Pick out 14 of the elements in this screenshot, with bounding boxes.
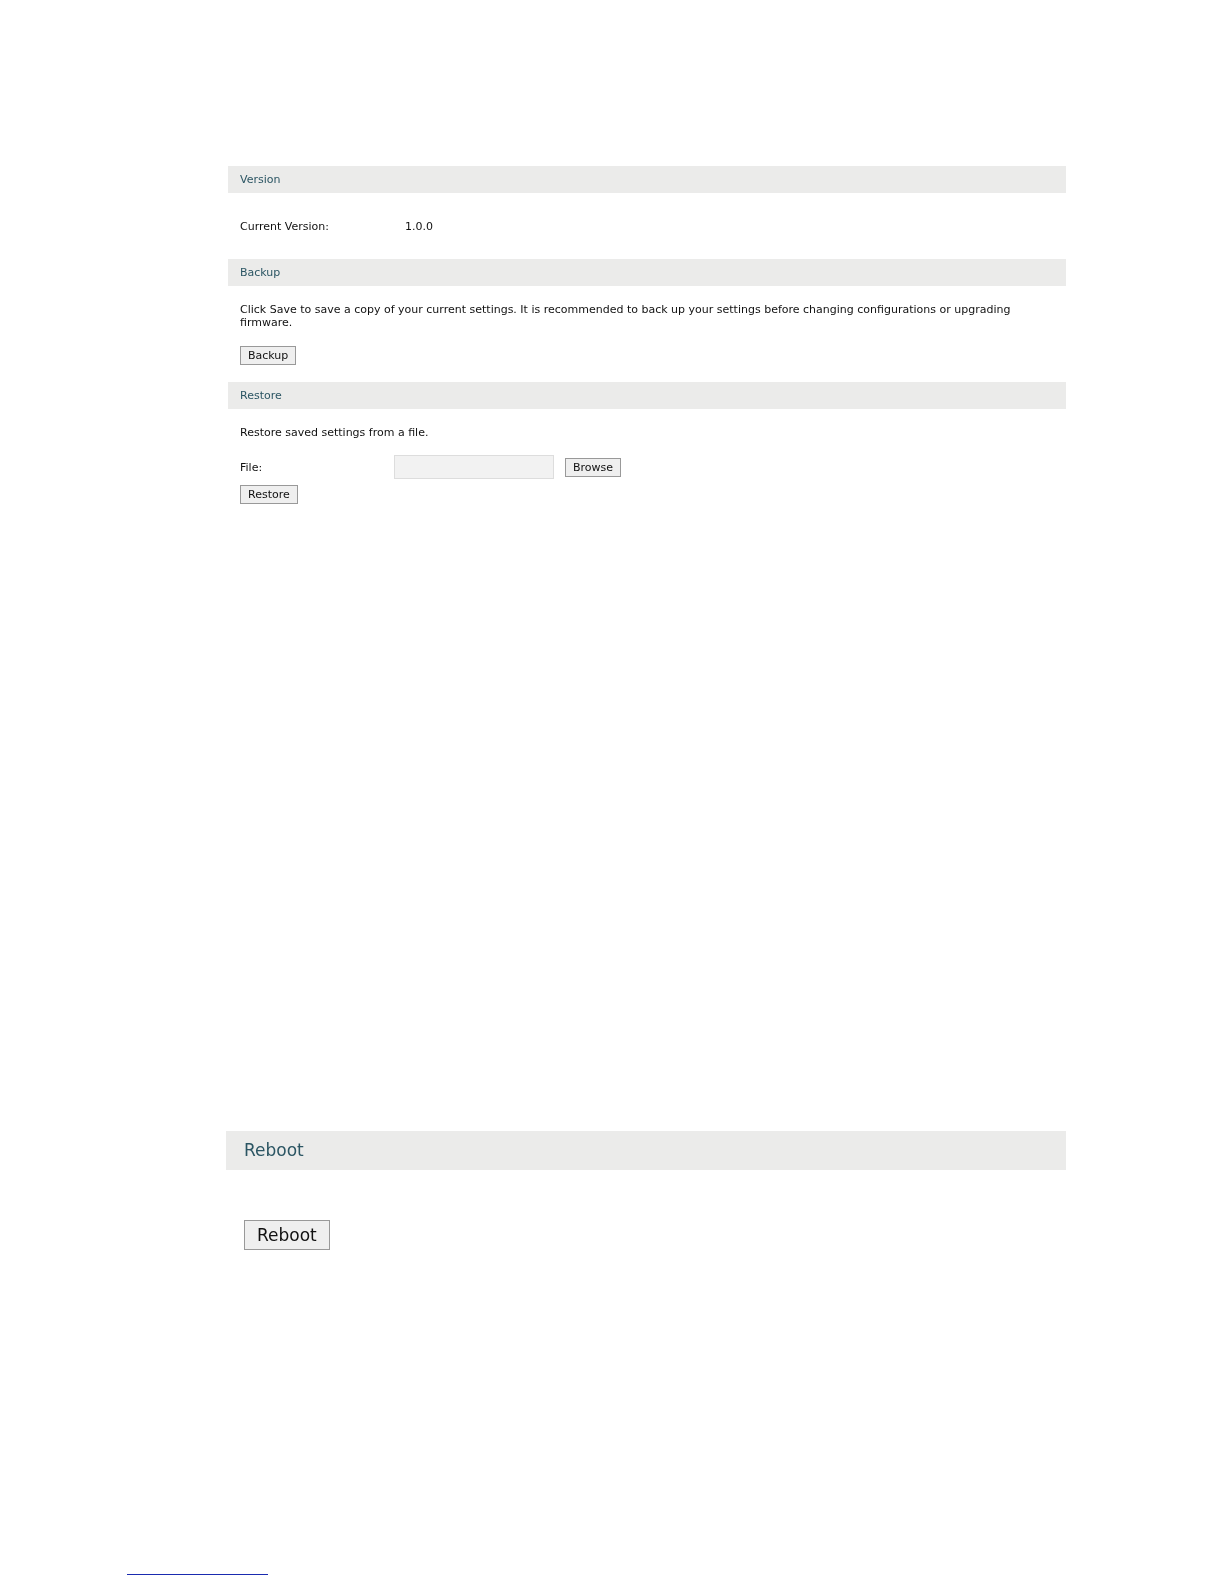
section-header: Backup [228,259,1066,286]
browse-button[interactable]: Browse [565,457,622,477]
file-field[interactable] [394,455,554,479]
field-label: Current Version: [240,219,330,233]
description-text: Restore saved settings from a file. [240,426,429,439]
backup-button[interactable]: Backup [240,346,297,365]
reboot-button[interactable]: Reboot [244,1220,330,1250]
restore-button[interactable]: Restore [240,485,298,504]
section-header: Version [228,166,1066,193]
description-text: Click Save to save a copy of your current settings. It is recommended to back up your settings before changing configurations or upgrading firmware. [240,303,1012,329]
section-header: Restore [228,382,1066,409]
section-header: Reboot [226,1131,1066,1170]
version-value: 1.0.0 [405,219,433,233]
field-label: File: [240,460,264,474]
